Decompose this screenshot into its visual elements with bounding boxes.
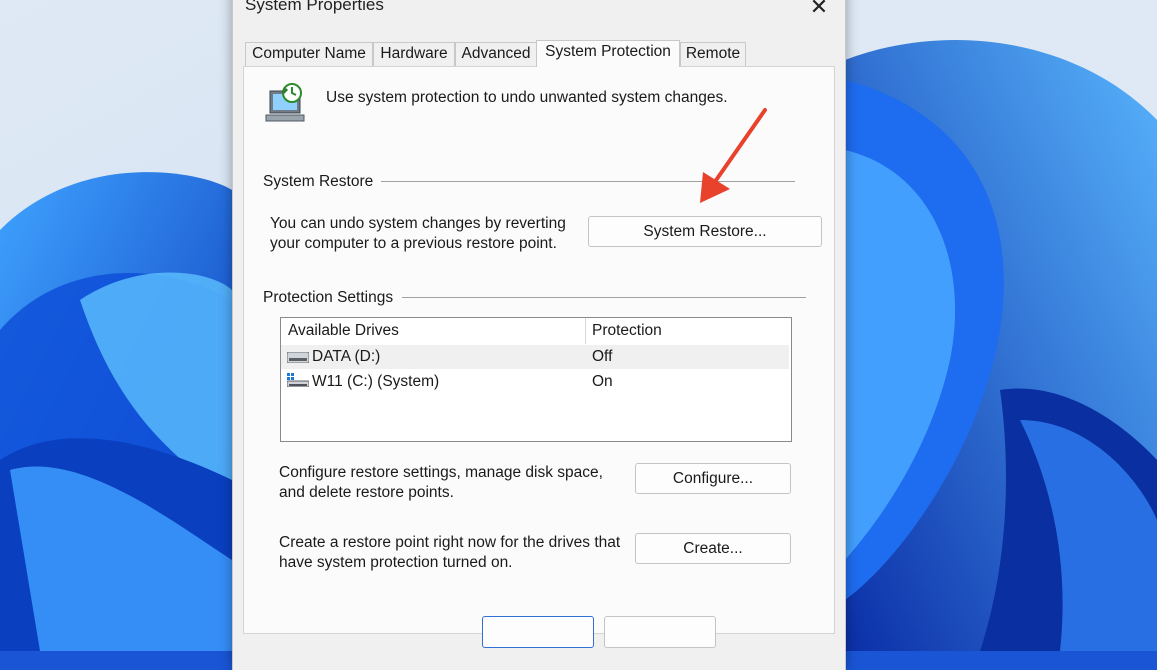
drive-name: W11 (C:) (System) [312,373,440,390]
tab-computer-name[interactable]: Computer Name [245,42,373,66]
system-restore-button[interactable]: System Restore... [588,216,822,247]
ok-button[interactable] [482,616,594,648]
group-divider [381,181,795,182]
tab-hardware[interactable]: Hardware [373,42,455,66]
cancel-button[interactable] [604,616,716,648]
system-protection-icon [265,83,305,122]
system-restore-group-label: System Restore [263,173,374,190]
tab-remote[interactable]: Remote [680,42,746,66]
windows-drive-icon [287,373,309,387]
system-properties-dialog: System Properties ✕ Computer Name Hardwa… [232,0,846,670]
drives-list[interactable]: Available Drives Protection DATA (D:) Of… [280,317,792,442]
column-header-protection[interactable]: Protection [592,318,662,344]
close-icon: ✕ [809,0,829,19]
window-title: System Properties [245,0,384,14]
table-row[interactable]: W11 (C:) (System) On [281,370,789,394]
close-button[interactable]: ✕ [801,0,837,22]
tab-system-protection[interactable]: System Protection [536,40,680,67]
tab-advanced[interactable]: Advanced [455,42,537,66]
drive-protection: Off [592,348,613,365]
system-restore-desc-line2: your computer to a previous restore poin… [270,235,557,252]
table-row[interactable]: DATA (D:) Off [281,345,789,369]
column-divider [585,318,586,344]
system-protection-panel: Use system protection to undo unwanted s… [243,66,835,634]
drive-name: DATA (D:) [312,348,381,365]
column-header-available-drives[interactable]: Available Drives [288,318,399,344]
group-divider [402,297,806,298]
create-button[interactable]: Create... [635,533,791,564]
create-desc-line1: Create a restore point right now for the… [279,534,621,551]
create-desc-line2: have system protection turned on. [279,554,513,571]
configure-desc-line1: Configure restore settings, manage disk … [279,464,603,481]
intro-text: Use system protection to undo unwanted s… [326,89,728,106]
drive-icon [287,352,309,363]
configure-button[interactable]: Configure... [635,463,791,494]
configure-desc-line2: and delete restore points. [279,484,454,501]
drive-protection: On [592,373,613,390]
system-restore-desc-line1: You can undo system changes by reverting [270,215,566,232]
protection-settings-group-label: Protection Settings [263,289,394,306]
